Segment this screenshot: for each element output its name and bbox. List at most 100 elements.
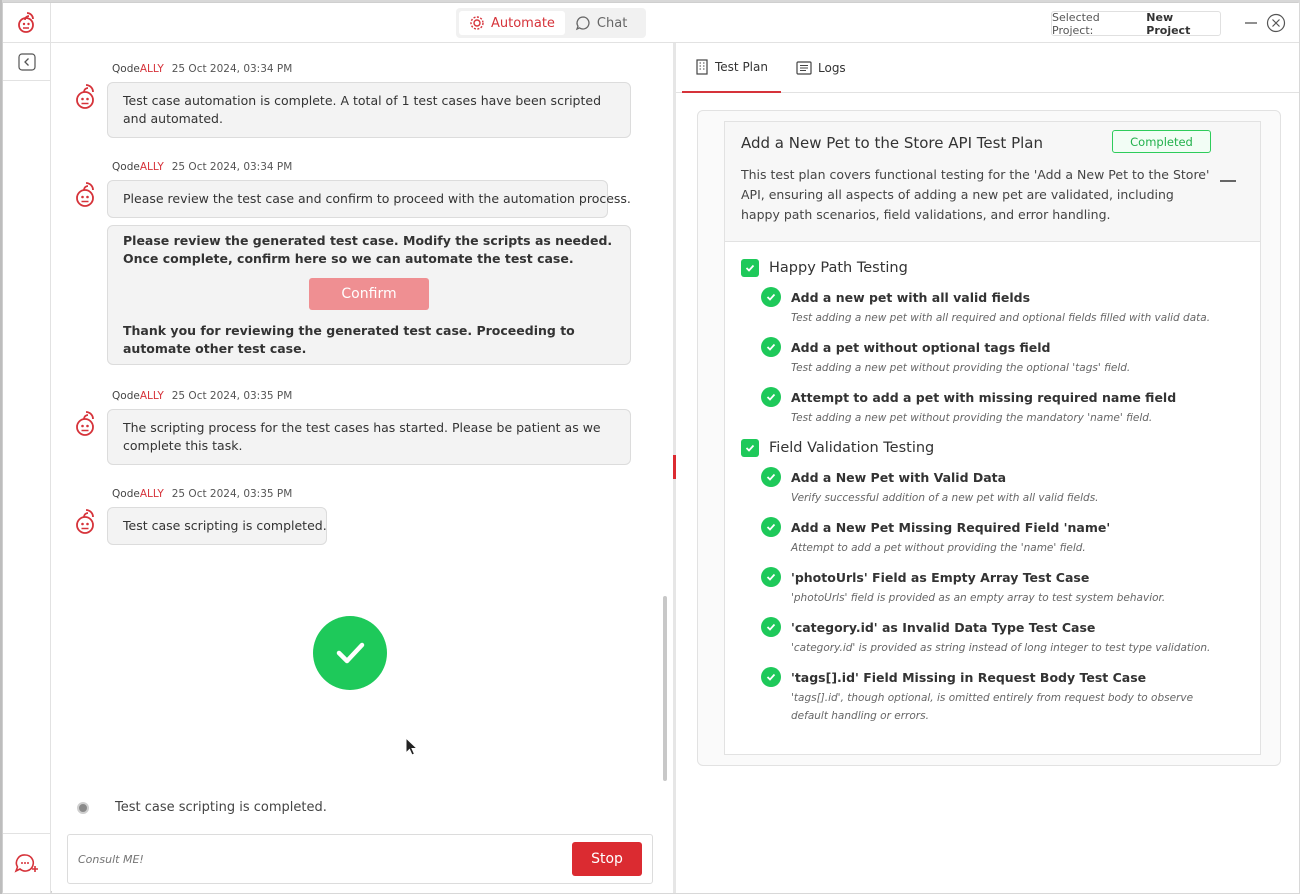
test-case-item: Attempt to add a pet with missing requir… — [761, 387, 1221, 427]
check-circle-icon — [761, 467, 781, 487]
check-circle-icon — [761, 387, 781, 407]
tab-chat[interactable]: Chat — [565, 11, 637, 35]
logs-icon — [796, 61, 812, 75]
message-bubble: Test case scripting is completed. — [107, 507, 327, 545]
new-chat-button[interactable] — [3, 833, 51, 893]
sender-name: QodeALLY — [112, 161, 164, 173]
checkbox-checked-icon[interactable] — [741, 439, 759, 457]
app-logo — [3, 3, 51, 43]
new-chat-icon — [14, 853, 38, 873]
review-card-intro: Please review the generated test case. M… — [123, 233, 613, 266]
tab-chat-label: Chat — [596, 15, 628, 31]
left-rail — [3, 43, 51, 893]
message-timestamp: 25 Oct 2024, 03:34 PM — [171, 63, 293, 75]
test-case-description: Test adding a new pet without providing … — [791, 412, 1153, 424]
chevron-left-icon — [18, 52, 36, 71]
confirm-button[interactable]: Confirm — [309, 278, 429, 310]
message-bubble: Please review the test case and confirm … — [107, 180, 631, 218]
check-circle-icon — [761, 567, 781, 587]
message-meta: QodeALLY 25 Oct 2024, 03:35 PM — [112, 390, 292, 402]
close-icon — [1266, 13, 1286, 33]
message-bubble: Test case automation is complete. A tota… — [107, 82, 631, 138]
message-meta: QodeALLY 25 Oct 2024, 03:35 PM — [112, 488, 292, 500]
chat-bubble-icon — [575, 16, 590, 31]
test-case-item: 'photoUrls' Field as Empty Array Test Ca… — [761, 567, 1221, 607]
project-name: New Project — [1146, 10, 1191, 37]
tab-logs-label: Logs — [818, 61, 846, 75]
chat-pane: QodeALLY 25 Oct 2024, 03:34 PM Test case … — [52, 43, 673, 893]
sender-name: QodeALLY — [112, 390, 164, 402]
chat-scrollbar[interactable] — [663, 596, 667, 781]
message-timestamp: 25 Oct 2024, 03:35 PM — [171, 390, 293, 402]
bot-avatar-icon — [76, 84, 94, 109]
test-case-item: Add a New Pet with Valid Data Verify suc… — [761, 467, 1221, 507]
test-case-description: Verify successful addition of a new pet … — [791, 492, 1099, 504]
check-circle-icon — [761, 617, 781, 637]
close-button[interactable] — [1266, 13, 1286, 33]
test-case-title: 'photoUrls' Field as Empty Array Test Ca… — [791, 569, 1090, 585]
collapse-icon[interactable] — [1220, 180, 1236, 182]
chat-input-box: Stop — [67, 834, 653, 884]
minimize-icon — [1245, 22, 1257, 24]
sender-name: QodeALLY — [112, 63, 164, 75]
collapse-sidebar-button[interactable] — [3, 43, 51, 81]
test-plan-title: Add a New Pet to the Store API Test Plan — [741, 134, 1043, 152]
test-plan-pane: Test Plan Logs Add a New Pet to the Stor… — [676, 43, 1299, 893]
test-case-title: Add a New Pet with Valid Data — [791, 469, 1007, 485]
gear-icon — [470, 16, 484, 30]
test-plan-card: Add a New Pet to the Store API Test Plan… — [724, 121, 1261, 755]
test-case-description: 'photoUrls' field is provided as an empt… — [791, 592, 1166, 604]
app-window: Automate Chat Selected Project: New Proj… — [2, 2, 1299, 893]
bot-avatar-icon — [76, 182, 94, 207]
check-circle-icon — [761, 337, 781, 357]
message-meta: QodeALLY 25 Oct 2024, 03:34 PM — [112, 63, 292, 75]
success-check-icon — [313, 616, 387, 690]
section-title: Field Validation Testing — [769, 440, 935, 456]
right-tabs: Test Plan Logs — [676, 43, 1299, 93]
chat-input[interactable] — [78, 847, 558, 871]
tab-test-plan[interactable]: Test Plan — [682, 43, 781, 93]
test-case-description: Test adding a new pet with all required … — [791, 312, 1211, 324]
project-selector[interactable]: Selected Project: New Project — [1051, 10, 1221, 37]
test-case-description: Test adding a new pet without providing … — [791, 362, 1131, 374]
mode-switcher: Automate Chat — [456, 8, 646, 38]
check-circle-icon — [761, 667, 781, 687]
test-plan-container: Add a New Pet to the Store API Test Plan… — [697, 110, 1281, 766]
checkbox-checked-icon[interactable] — [741, 259, 759, 277]
status-line: Test case scripting is completed. — [77, 800, 327, 815]
tab-automate[interactable]: Automate — [459, 11, 565, 35]
test-case-title: 'tags[].id' Field Missing in Request Bod… — [791, 669, 1147, 685]
review-card-outro: Thank you for reviewing the generated te… — [123, 323, 575, 356]
test-case-description: Attempt to add a pet without providing t… — [791, 542, 1086, 554]
section-title: Happy Path Testing — [769, 260, 908, 276]
message-timestamp: 25 Oct 2024, 03:35 PM — [171, 488, 293, 500]
tab-logs[interactable]: Logs — [796, 43, 846, 93]
test-case-description: 'tags[].id', though optional, is omitted… — [791, 692, 1194, 722]
test-case-item: Add a pet without optional tags field Te… — [761, 337, 1221, 377]
tab-automate-label: Automate — [491, 15, 555, 31]
bot-avatar-icon — [76, 509, 94, 534]
test-case-item: Add a New Pet Missing Required Field 'na… — [761, 517, 1221, 557]
mouse-cursor-icon — [405, 737, 419, 756]
test-case-title: 'category.id' as Invalid Data Type Test … — [791, 619, 1096, 635]
status-text: Test case scripting is completed. — [115, 800, 327, 815]
test-case-title: Add a New Pet Missing Required Field 'na… — [791, 519, 1111, 535]
project-prefix: Selected Project: — [1052, 10, 1100, 37]
message-timestamp: 25 Oct 2024, 03:34 PM — [171, 161, 293, 173]
test-plan-header: Add a New Pet to the Store API Test Plan… — [725, 122, 1260, 242]
bot-avatar-icon — [76, 411, 94, 436]
test-case-description: 'category.id' is provided as string inst… — [791, 642, 1211, 654]
qodeally-logo-icon — [17, 12, 34, 33]
test-case-title: Attempt to add a pet with missing requir… — [791, 389, 1177, 405]
test-plan-description: This test plan covers functional testing… — [741, 167, 1210, 222]
tab-test-plan-label: Test Plan — [715, 60, 768, 74]
test-case-title: Add a new pet with all valid fields — [791, 289, 1031, 305]
building-icon — [696, 59, 708, 75]
status-dot-icon — [77, 801, 89, 814]
stop-button[interactable]: Stop — [572, 842, 642, 876]
status-badge: Completed — [1112, 130, 1211, 153]
test-case-item: 'category.id' as Invalid Data Type Test … — [761, 617, 1221, 657]
review-card: Please review the generated test case. M… — [107, 225, 631, 365]
check-circle-icon — [761, 517, 781, 537]
minimize-button[interactable] — [1241, 13, 1261, 33]
